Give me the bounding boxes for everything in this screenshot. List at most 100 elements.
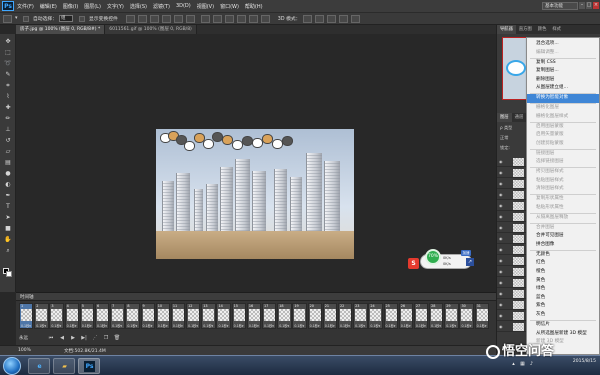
layer-row[interactable]: ◉: [497, 223, 527, 233]
frame-delay[interactable]: 0.1秒▾: [477, 323, 487, 328]
frame-delay[interactable]: 0.1秒▾: [431, 323, 441, 328]
eye-icon[interactable]: ◉: [499, 291, 504, 296]
tool-preset-arrow-icon[interactable]: ▾: [15, 14, 20, 23]
menu-view[interactable]: 视图(V): [197, 3, 214, 10]
timeline-frame[interactable]: 31 0.1秒▾: [474, 303, 490, 329]
align-vcenter-icon[interactable]: [137, 14, 147, 23]
layer-row[interactable]: ◉: [497, 212, 527, 222]
layer-row[interactable]: ◉: [497, 311, 527, 321]
timeline-frame[interactable]: 4 0.1秒▾: [64, 303, 79, 329]
gradient-icon[interactable]: ▤: [3, 159, 13, 166]
context-menu-item[interactable]: 蓝色: [527, 294, 599, 303]
layer-row[interactable]: ◉: [497, 234, 527, 244]
speed-widget[interactable]: S 0K/s 0K/s 70% 加速 ↗: [408, 249, 476, 271]
frame-delay[interactable]: 0.1秒▾: [82, 323, 92, 328]
menu-select[interactable]: 选择(S): [130, 3, 147, 10]
eraser-icon[interactable]: ▱: [3, 148, 13, 155]
start-button[interactable]: [3, 357, 21, 375]
play-icon[interactable]: ▶: [69, 335, 77, 342]
context-menu-item[interactable]: 黄色: [527, 277, 599, 286]
move-icon[interactable]: ✥: [3, 38, 13, 45]
timeline-frame[interactable]: 10 0.1秒▾: [155, 303, 171, 329]
eyedropper-icon[interactable]: ⌇: [3, 93, 13, 100]
frame-delay[interactable]: 0.1秒▾: [127, 323, 137, 328]
delete-frame-icon[interactable]: 🗑: [113, 335, 121, 342]
dodge-icon[interactable]: ◐: [3, 181, 13, 188]
timeline-frame[interactable]: 28 0.1秒▾: [429, 303, 444, 329]
distribute-right-icon[interactable]: [260, 14, 270, 23]
memory-gauge[interactable]: 70%: [425, 249, 441, 265]
timeline-frame[interactable]: 22 0.1秒▾: [337, 303, 353, 329]
context-menu-item[interactable]: 橙色: [527, 268, 599, 277]
workspace-select[interactable]: 基本功能: [542, 2, 578, 10]
timeline-frame[interactable]: 1 0.1秒▾: [19, 303, 34, 329]
timeline-frame[interactable]: 25 0.1秒▾: [383, 303, 398, 329]
frame-delay[interactable]: 0.1秒▾: [264, 323, 274, 328]
timeline-frame[interactable]: 2 0.1秒▾: [34, 303, 49, 329]
context-menu-item[interactable]: 红色: [527, 259, 599, 268]
menu-edit[interactable]: 编辑(E): [40, 3, 57, 10]
layer-row[interactable]: ◉: [497, 289, 527, 299]
context-menu-item[interactable]: 复制 CSS: [527, 59, 599, 68]
3d-pan-icon[interactable]: [327, 14, 337, 23]
distribute-hcenter-icon[interactable]: [248, 14, 258, 23]
context-menu-item[interactable]: 混合选项...: [527, 40, 599, 49]
menu-type[interactable]: 文字(Y): [107, 3, 124, 10]
frame-delay[interactable]: 0.1秒▾: [325, 323, 335, 328]
layer-row[interactable]: ◉: [497, 267, 527, 277]
frame-delay[interactable]: 0.1秒▾: [279, 323, 289, 328]
menu-window[interactable]: 窗口(W): [220, 3, 239, 10]
tab-histogram[interactable]: 直方图: [516, 25, 535, 34]
timeline-frame[interactable]: 13 0.1秒▾: [201, 303, 216, 329]
distribute-left-icon[interactable]: [236, 14, 246, 23]
next-frame-icon[interactable]: ▶|: [80, 335, 88, 342]
stamp-icon[interactable]: ⊥: [3, 126, 13, 133]
frame-delay[interactable]: 0.1秒▾: [51, 323, 61, 328]
lasso-icon[interactable]: ➰: [3, 60, 13, 67]
frame-delay[interactable]: 0.1秒▾: [203, 323, 213, 328]
timeline-frame[interactable]: 11 0.1秒▾: [170, 303, 186, 329]
tray-up-arrow-icon[interactable]: ▴: [510, 361, 517, 368]
shape-icon[interactable]: ■: [3, 225, 13, 232]
eye-icon[interactable]: ◉: [499, 159, 504, 164]
text-icon[interactable]: T: [3, 203, 13, 210]
layer-row[interactable]: ◉: [497, 190, 527, 200]
speedup-badge[interactable]: 加速: [461, 250, 471, 256]
background-color-swatch[interactable]: [6, 271, 12, 277]
history-brush-icon[interactable]: ↺: [3, 137, 13, 144]
frame-delay[interactable]: 0.1秒▾: [36, 323, 46, 328]
canvas-area[interactable]: S 0K/s 0K/s 70% 加速 ↗: [16, 34, 496, 292]
timeline-frame[interactable]: 12 0.1秒▾: [186, 303, 201, 329]
timeline-frame[interactable]: 8 0.1秒▾: [125, 303, 140, 329]
3d-scale-icon[interactable]: [351, 14, 361, 23]
taskbar-clock[interactable]: 2015/8/15: [556, 358, 596, 365]
timeline-frame[interactable]: 20 0.1秒▾: [307, 303, 322, 329]
align-left-icon[interactable]: [161, 14, 171, 23]
timeline-frame[interactable]: 18 0.1秒▾: [277, 303, 292, 329]
zoom-icon[interactable]: ⌕: [3, 247, 13, 254]
timeline-frame[interactable]: 16 0.1秒▾: [246, 303, 262, 329]
menu-3d[interactable]: 3D(D): [176, 3, 191, 9]
eye-icon[interactable]: ◉: [499, 181, 504, 186]
timeline-frame[interactable]: 26 0.1秒▾: [398, 303, 414, 329]
frame-delay[interactable]: 0.1秒▾: [112, 323, 122, 328]
timeline-frame[interactable]: 30 0.1秒▾: [459, 303, 474, 329]
timeline-frame[interactable]: 17 0.1秒▾: [262, 303, 277, 329]
timeline-frame[interactable]: 27 0.1秒▾: [413, 303, 429, 329]
layer-row[interactable]: ◉: [497, 179, 527, 189]
eye-icon[interactable]: ◉: [499, 236, 504, 241]
frame-delay[interactable]: 0.1秒▾: [340, 323, 350, 328]
heal-icon[interactable]: ✚: [3, 104, 13, 111]
menu-help[interactable]: 帮助(H): [245, 3, 263, 10]
frame-delay[interactable]: 0.1秒▾: [294, 323, 304, 328]
frame-delay[interactable]: 0.1秒▾: [461, 323, 471, 328]
layer-row[interactable]: ◉: [497, 245, 527, 255]
context-menu-item[interactable]: 从所选图层新建 3D 模型: [527, 330, 599, 339]
frame-delay[interactable]: 0.1秒▾: [234, 323, 244, 328]
blur-icon[interactable]: ●: [3, 170, 13, 177]
timeline-frame[interactable]: 5 0.1秒▾: [79, 303, 95, 329]
pen-icon[interactable]: ✒: [3, 192, 13, 199]
3d-slide-icon[interactable]: [339, 14, 349, 23]
context-menu-item[interactable]: 紫色: [527, 302, 599, 311]
image-canvas[interactable]: [156, 129, 354, 259]
